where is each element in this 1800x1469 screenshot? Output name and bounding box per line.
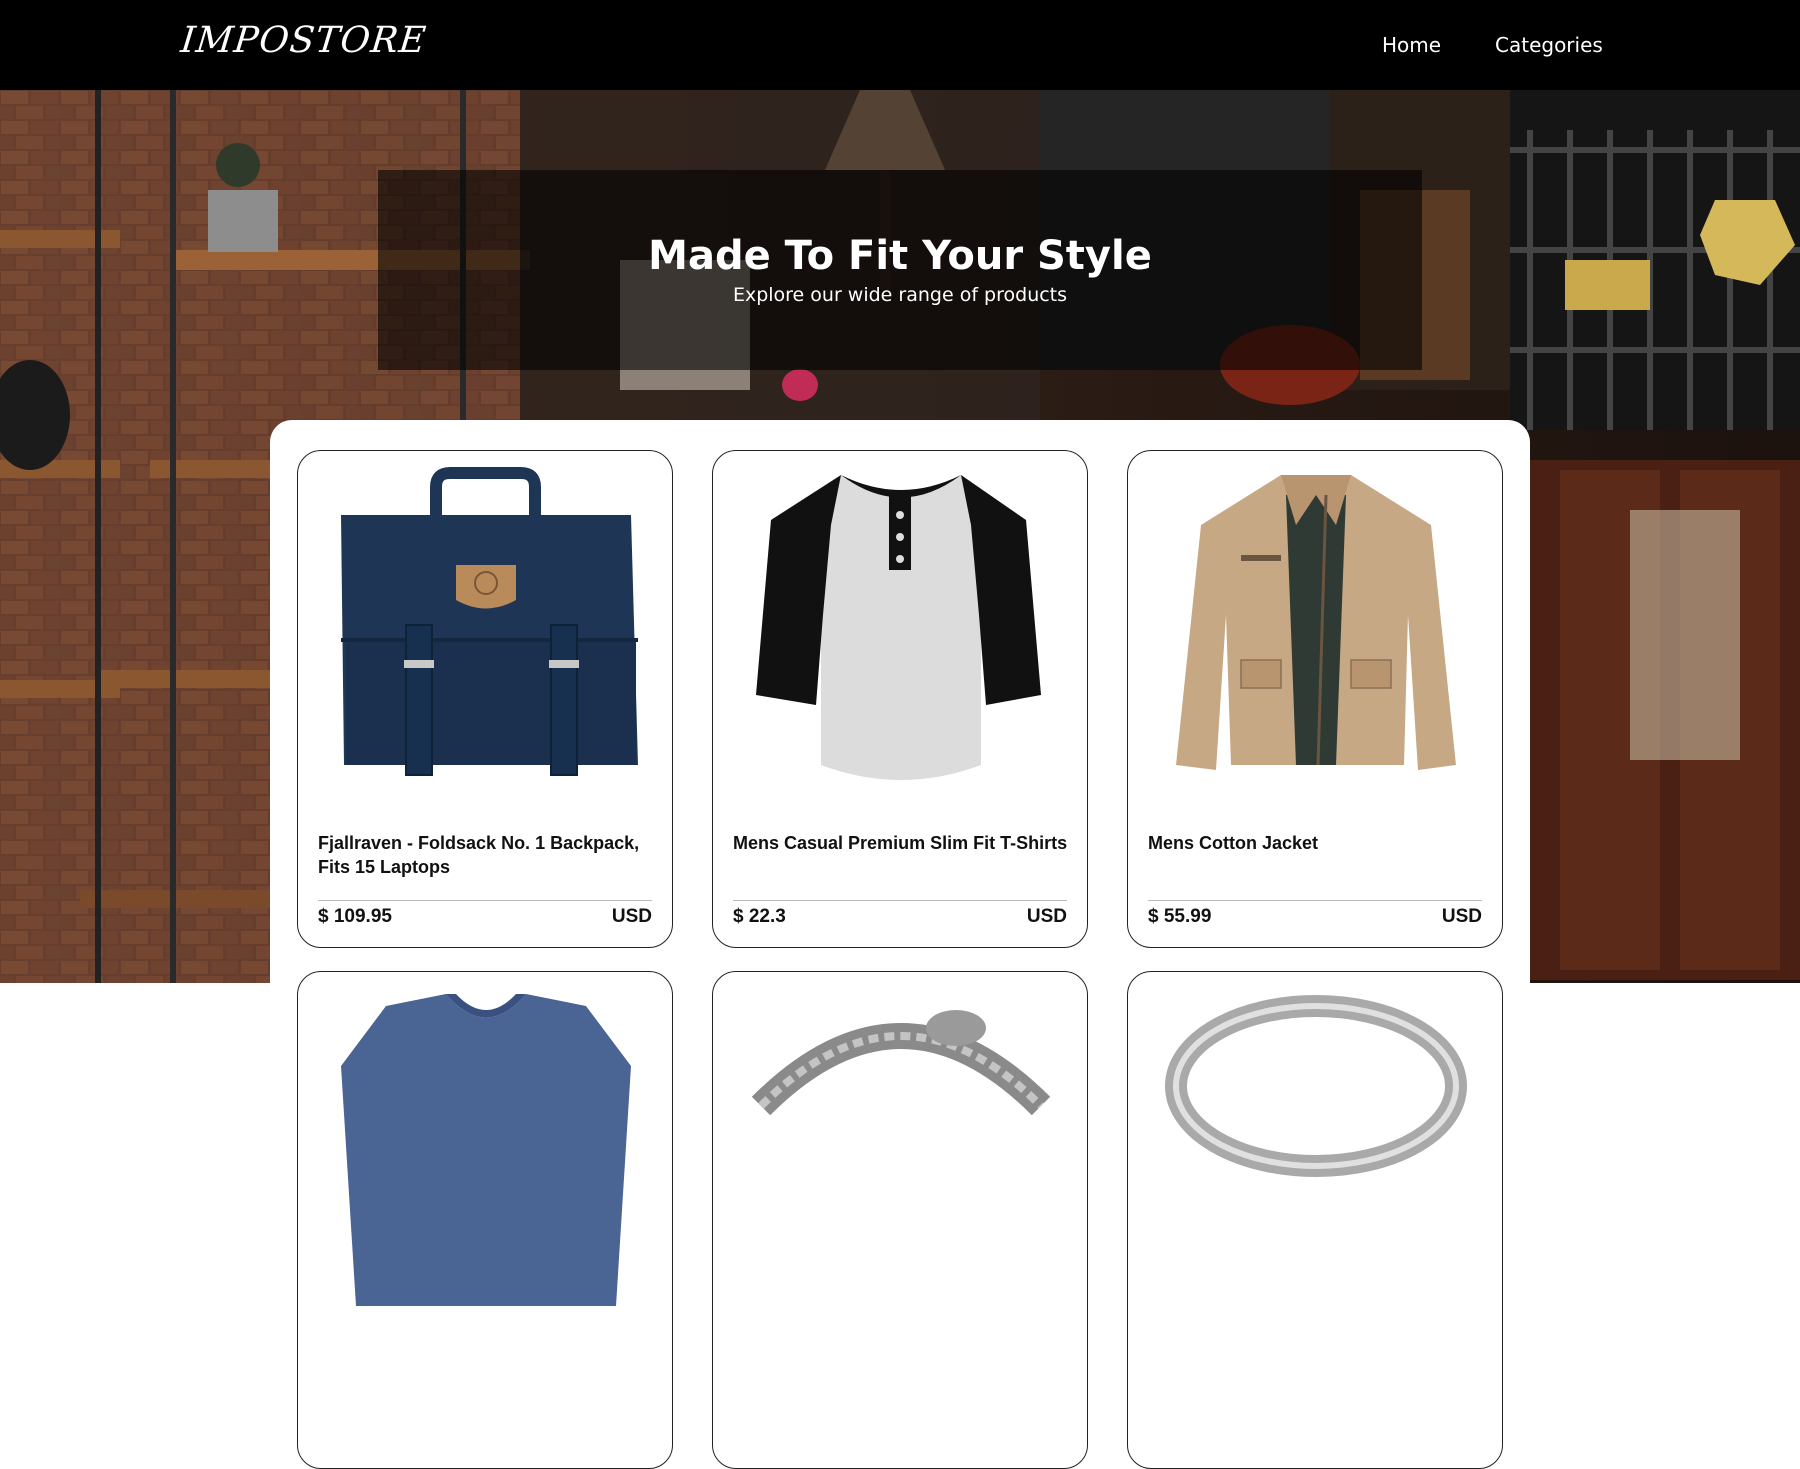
tshirt-icon — [756, 475, 1041, 780]
card-divider — [733, 900, 1067, 901]
nav-categories-link[interactable]: Categories — [1495, 33, 1603, 57]
product-card[interactable] — [712, 971, 1088, 1469]
hero-title: Made To Fit Your Style — [648, 233, 1152, 279]
product-card[interactable] — [1127, 971, 1503, 1469]
product-price: $ 55.99 — [1148, 906, 1212, 927]
product-price: $ 22.3 — [733, 906, 786, 927]
product-currency: USD — [1026, 906, 1067, 927]
product-currency: USD — [611, 906, 652, 927]
product-currency: USD — [1441, 906, 1482, 927]
product-card[interactable] — [297, 971, 673, 1469]
card-divider — [318, 900, 652, 901]
product-grid: Fjallraven - Foldsack No. 1 Backpack, Fi… — [270, 420, 1530, 1469]
product-card[interactable]: Mens Cotton Jacket $ 55.99 USD — [1127, 450, 1503, 948]
store-logo[interactable]: IMPOSTORE — [179, 20, 429, 61]
ring-icon — [1165, 995, 1467, 1177]
product-title: Mens Cotton Jacket — [1148, 833, 1319, 853]
product-title: Mens Casual Premium Slim Fit T-Shirts — [733, 833, 1068, 853]
hero-subtitle: Explore our wide range of products — [732, 284, 1068, 306]
product-card[interactable]: Fjallraven - Foldsack No. 1 Backpack, Fi… — [297, 450, 673, 948]
backpack-icon — [341, 467, 638, 776]
product-title: Fjallraven - Foldsack No. 1 Backpack, Fi… — [318, 833, 640, 877]
nav-home-link[interactable]: Home — [1382, 33, 1441, 57]
jacket-icon — [1176, 475, 1456, 770]
card-divider — [1148, 900, 1482, 901]
navbar: IMPOSTORE Home Categories — [0, 0, 1800, 90]
product-card[interactable]: Mens Casual Premium Slim Fit T-Shirts $ … — [712, 450, 1088, 948]
bracelet-icon — [751, 1010, 1051, 1116]
vneck-tshirt-icon — [341, 994, 631, 1306]
product-price: $ 109.95 — [318, 906, 392, 927]
